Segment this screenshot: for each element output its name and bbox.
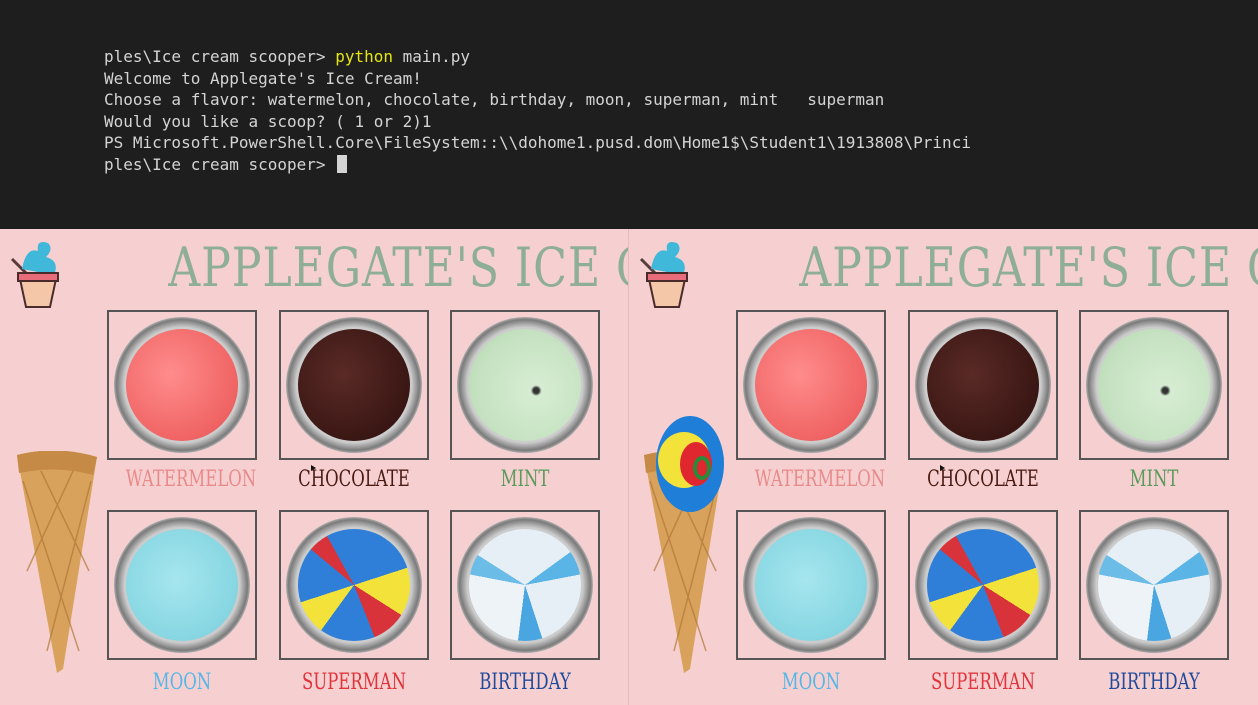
terminal-command-args: main.py	[392, 47, 471, 66]
bowl-icon	[743, 317, 879, 453]
flavor-tile-watermelon[interactable]	[107, 310, 257, 460]
moon-scoop-icon	[126, 529, 238, 641]
bowl-icon	[915, 517, 1051, 653]
flavor-tile-superman[interactable]	[279, 510, 429, 660]
game-title: APPLEGATE'S ICE CREAM	[799, 236, 1258, 299]
bowl-icon	[1086, 517, 1222, 653]
terminal-line-scoop-question: Would you like a scoop? ( 1 or 2)1	[104, 111, 432, 131]
flavor-label-chocolate: CHOCOLATE	[298, 467, 410, 492]
mint-scoop-icon	[469, 329, 581, 441]
flavor-label-superman: SUPERMAN	[930, 670, 1036, 695]
terminal-prompt: ples\Ice cream scooper>	[104, 47, 336, 66]
flavor-label-birthday: BIRTHDAY	[479, 670, 571, 695]
flavor-tile-mint[interactable]	[1079, 310, 1229, 460]
flavor-tile-chocolate[interactable]	[279, 310, 429, 460]
superman-scoop-icon	[298, 529, 410, 641]
terminal-line-path: PS Microsoft.PowerShell.Core\FileSystem:…	[104, 133, 971, 152]
flavor-label-watermelon: WATERMELON	[754, 467, 886, 492]
bowl-icon	[915, 317, 1051, 453]
flavor-tile-chocolate[interactable]	[908, 310, 1058, 460]
flavor-label-moon: MOON	[781, 670, 841, 695]
chocolate-scoop-icon	[927, 329, 1039, 441]
ice-cream-cup-logo-icon	[10, 242, 59, 308]
flavor-tile-watermelon[interactable]	[736, 310, 886, 460]
terminal-line-choose-flavor: Choose a flavor: watermelon, chocolate, …	[104, 90, 885, 109]
terminal-output: ples\Ice cream scooper> python main.py W…	[104, 46, 971, 175]
terminal-prompt-current: ples\Ice cream scooper>	[104, 154, 336, 174]
birthday-scoop-icon	[1098, 529, 1210, 641]
superman-scoop-on-cone-icon	[656, 416, 724, 512]
flavor-label-superman: SUPERMAN	[301, 670, 407, 695]
terminal-line-welcome: Welcome to Applegate's Ice Cream!	[104, 68, 422, 88]
flavor-tile-birthday[interactable]	[450, 510, 600, 660]
birthday-scoop-icon	[469, 529, 581, 641]
flavor-tile-moon[interactable]	[107, 510, 257, 660]
waffle-cone-icon	[17, 451, 97, 673]
bowl-icon	[457, 517, 593, 653]
bowl-icon	[286, 317, 422, 453]
flavor-label-mint: MINT	[1129, 467, 1179, 492]
bowl-icon	[1086, 317, 1222, 453]
flavor-label-watermelon: WATERMELON	[125, 467, 257, 492]
flavor-label-birthday: BIRTHDAY	[1108, 670, 1200, 695]
bowl-icon	[457, 317, 593, 453]
terminal-command-keyword: python	[335, 47, 393, 66]
mint-scoop-icon	[1098, 329, 1210, 441]
flavor-label-moon: MOON	[152, 670, 212, 695]
game-title: APPLEGATE'S ICE CREAM	[168, 236, 628, 299]
flavor-tile-mint[interactable]	[450, 310, 600, 460]
terminal-cursor[interactable]	[337, 154, 348, 173]
moon-scoop-icon	[755, 529, 867, 641]
flavor-label-chocolate: CHOCOLATE	[927, 467, 1039, 492]
chocolate-scoop-icon	[298, 329, 410, 441]
flavor-label-mint: MINT	[500, 467, 550, 492]
terminal-window[interactable]: ples\Ice cream scooper> python main.py W…	[0, 0, 1258, 229]
bowl-icon	[743, 517, 879, 653]
bowl-icon	[286, 517, 422, 653]
flavor-tile-moon[interactable]	[736, 510, 886, 660]
superman-scoop-icon	[927, 529, 1039, 641]
ice-cream-cup-logo-icon	[639, 242, 688, 308]
game-window-left[interactable]: APPLEGATE'S ICE CREAM WATERMELON CHOCOLA…	[0, 229, 628, 705]
watermelon-scoop-icon	[755, 329, 867, 441]
bowl-icon	[114, 317, 250, 453]
watermelon-scoop-icon	[126, 329, 238, 441]
flavor-tile-superman[interactable]	[908, 510, 1058, 660]
bowl-icon	[114, 517, 250, 653]
flavor-tile-birthday[interactable]	[1079, 510, 1229, 660]
